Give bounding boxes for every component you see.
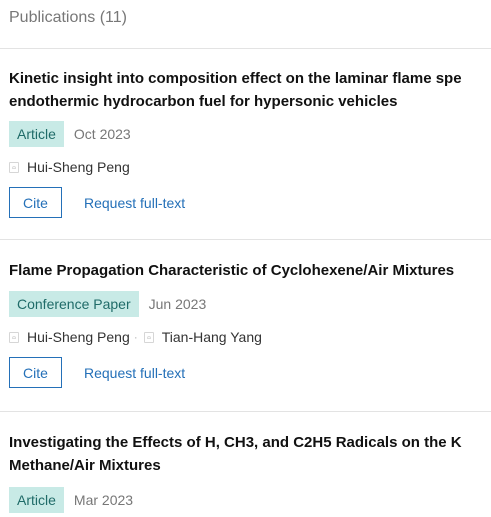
author-list: Hui-Sheng Peng · Tian-Hang Yang	[9, 327, 491, 347]
publication-meta: Article Oct 2023	[9, 121, 491, 147]
publication-actions: Cite Request full-text	[9, 357, 491, 388]
author-avatar-icon	[143, 331, 154, 343]
publication-date: Oct 2023	[73, 126, 131, 142]
author-name: Hui-Sheng Peng	[27, 159, 130, 175]
publication-item: Kinetic insight into composition effect …	[0, 49, 491, 240]
publication-type-badge: Conference Paper	[9, 291, 139, 317]
author-avatar-icon	[9, 331, 19, 343]
publication-title[interactable]: Kinetic insight into composition effect …	[9, 67, 491, 113]
author-link[interactable]: Hui-Sheng Peng	[9, 159, 130, 175]
publication-type-badge: Article	[9, 121, 64, 147]
publication-date: Mar 2023	[73, 492, 134, 508]
publication-type-badge: Article	[9, 487, 64, 513]
publication-item: Investigating the Effects of H, CH3, and…	[0, 412, 491, 513]
author-avatar-icon	[9, 161, 19, 173]
publication-item: Flame Propagation Characteristic of Cycl…	[0, 240, 491, 412]
publication-date: Jun 2023	[148, 296, 207, 312]
author-link[interactable]: Hui-Sheng Peng	[9, 329, 130, 345]
publication-meta: Conference Paper Jun 2023	[9, 291, 491, 317]
author-list: Hui-Sheng Peng	[9, 157, 491, 177]
publications-header: Publications (11)	[0, 0, 491, 49]
publication-actions: Cite Request full-text	[9, 187, 491, 218]
cite-button[interactable]: Cite	[9, 357, 62, 388]
section-title: Publications (11)	[9, 9, 127, 26]
author-name: Hui-Sheng Peng	[27, 329, 130, 345]
author-separator: ·	[133, 330, 138, 344]
request-full-text-link[interactable]: Request full-text	[84, 365, 185, 381]
publication-title[interactable]: Flame Propagation Characteristic of Cycl…	[9, 259, 491, 282]
author-name: Tian-Hang Yang	[161, 329, 262, 345]
author-link[interactable]: Tian-Hang Yang	[143, 329, 262, 345]
publication-title[interactable]: Investigating the Effects of H, CH3, and…	[9, 431, 491, 477]
request-full-text-link[interactable]: Request full-text	[84, 195, 185, 211]
cite-button[interactable]: Cite	[9, 187, 62, 218]
publication-meta: Article Mar 2023	[9, 487, 491, 513]
